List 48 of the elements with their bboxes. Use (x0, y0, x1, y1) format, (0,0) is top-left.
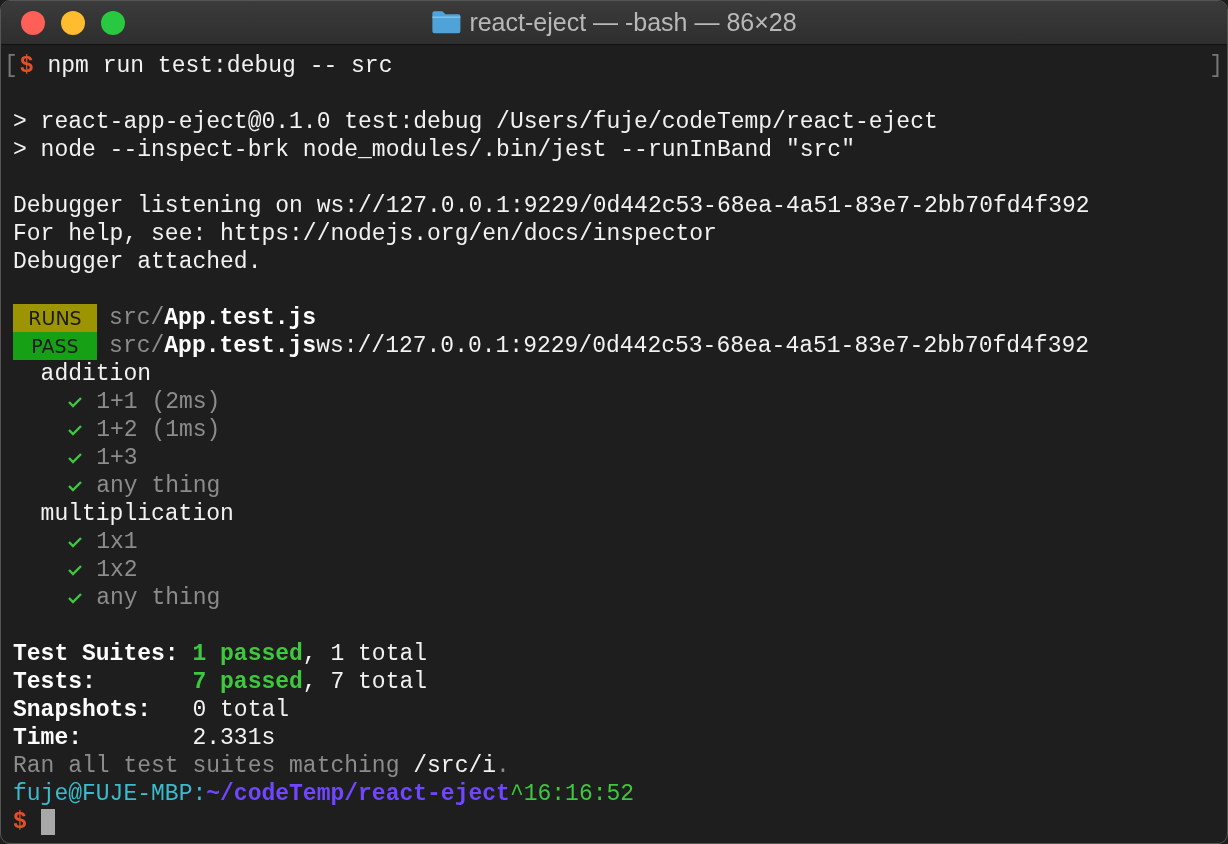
summary-label: Test Suites: (13, 640, 180, 668)
working-directory: ~/codeTemp/react-eject (206, 780, 510, 808)
output-text: 0 total (192, 696, 290, 724)
user-host: fuje@FUJE-MBP: (13, 780, 207, 808)
output-text: 2.331s (192, 724, 276, 752)
output-text: /src/i (413, 752, 497, 780)
output-text: Ran all test suites matching (13, 752, 401, 780)
output-text: > react-app-eject@0.1.0 test:debug /Users/fuje/codeTemp/react-eject (13, 108, 938, 136)
file-name: App.test.js (164, 304, 317, 332)
output-text: src/ (109, 304, 165, 332)
zoom-button[interactable] (101, 10, 125, 35)
output-text: ws://127.0.0.1:9229/0d442c53-68ea-4a51-83e7-2bb70fd4f392 (316, 332, 1090, 360)
passed-count: 7 passed (192, 668, 303, 696)
test-name: 1+2 (1ms) (96, 416, 221, 444)
status-badge: PASS (13, 332, 97, 360)
output-text: Debugger attached. (13, 248, 262, 276)
bracket-text: [ (4, 52, 18, 80)
summary-label: Snapshots: (13, 696, 153, 724)
text-cursor (40, 809, 55, 835)
output-text: npm run test:debug -- src (47, 52, 393, 80)
prompt-symbol: $ (19, 52, 34, 80)
file-name: App.test.js (164, 332, 317, 360)
test-name: 1x1 (96, 528, 138, 556)
test-name: 1+1 (2ms) (96, 388, 221, 416)
output-text: For help, see: https://nodejs.org/en/docs/inspector (13, 220, 717, 248)
test-name: 1+3 (96, 444, 138, 472)
close-button[interactable] (21, 10, 45, 35)
folder-icon (431, 10, 462, 35)
output-text: > node --inspect-brk node_modules/.bin/jest --runInBand "src" (13, 136, 855, 164)
test-name: any thing (96, 472, 221, 500)
status-badge: RUNS (13, 304, 97, 332)
timestamp: ^16:16:52 (509, 780, 635, 808)
output-text: Debugger listening on ws://127.0.0.1:9229/0d442c53-68ea-4a51-83e7-2bb70fd4f392 (13, 192, 1090, 220)
passed-count: 1 passed (192, 640, 303, 668)
window-title: react-eject — -bash — 86×28 (469, 6, 797, 38)
test-name: 1x2 (96, 556, 138, 584)
prompt-symbol: $ (13, 808, 27, 836)
test-name: any thing (96, 584, 221, 612)
suite-name: multiplication (40, 500, 234, 528)
output-text: , 7 total (302, 668, 428, 696)
suite-name: addition (40, 360, 151, 388)
bracket-text: ] (1209, 52, 1223, 80)
summary-label: Time: (13, 724, 83, 752)
minimize-button[interactable] (61, 10, 85, 35)
output-text: , 1 total (302, 640, 428, 668)
summary-label: Tests: (13, 668, 97, 696)
output-text: . (496, 752, 510, 780)
output-text: src/ (109, 332, 165, 360)
